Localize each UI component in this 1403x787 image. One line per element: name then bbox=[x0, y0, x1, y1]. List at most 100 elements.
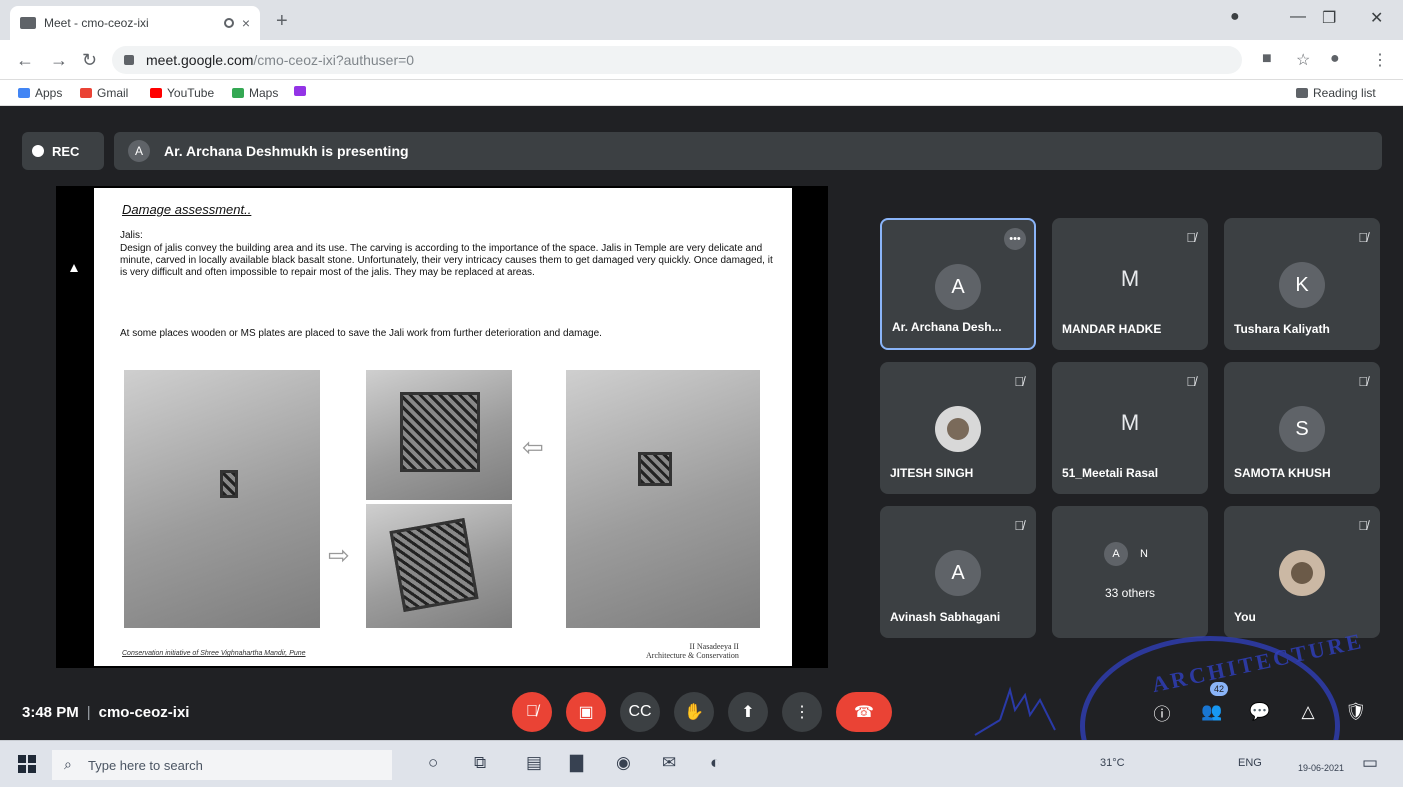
screen: Meet - cmo-ceoz-ixi × + ● — ❐ ✕ ← → ↻ me… bbox=[0, 0, 1403, 787]
participant-name: Tushara Kaliyath bbox=[1234, 322, 1330, 336]
store-icon[interactable]: ▤ bbox=[526, 753, 542, 773]
profile-avatar-icon[interactable]: ● bbox=[1330, 50, 1340, 68]
slide: Damage assessment.. Jalis: Design of jal… bbox=[94, 188, 792, 666]
forward-icon[interactable]: → bbox=[50, 50, 68, 71]
photo-wall-ms-plate bbox=[566, 370, 760, 628]
photo-wall-plate bbox=[124, 370, 320, 628]
jali-grille bbox=[638, 452, 672, 486]
raise-hand-button[interactable]: ✋ bbox=[674, 692, 714, 732]
more-options-button[interactable]: ⋮ bbox=[782, 692, 822, 732]
presentation-stage[interactable]: Damage assessment.. Jalis: Design of jal… bbox=[56, 186, 828, 668]
bookmark-star-icon[interactable]: ☆ bbox=[1296, 50, 1310, 70]
address-toolbar: ← → ↻ meet.google.com /cmo-ceoz-ixi?auth… bbox=[0, 40, 1403, 80]
participant-name: SAMOTA KHUSH bbox=[1234, 466, 1331, 480]
meeting-code[interactable]: cmo-ceoz-ixi bbox=[99, 704, 190, 721]
participant-name: You bbox=[1234, 610, 1256, 624]
mic-off-icon: 🎙̸ bbox=[1358, 518, 1368, 533]
presenting-bar: A Ar. Archana Deshmukh is presenting bbox=[114, 132, 1382, 170]
bookmark-youtube[interactable]: YouTube bbox=[150, 86, 214, 100]
captions-button[interactable]: CC bbox=[620, 692, 660, 732]
bookmark-gmail[interactable]: Gmail bbox=[80, 86, 128, 100]
edge-icon[interactable]: ◐ bbox=[710, 753, 720, 773]
task-view-icon[interactable]: ⧉ bbox=[474, 753, 486, 773]
maximize-button[interactable]: ❐ bbox=[1322, 8, 1336, 28]
url-host: meet.google.com bbox=[146, 52, 254, 68]
close-window-button[interactable]: ✕ bbox=[1370, 8, 1383, 28]
others-tile[interactable]: A N 33 others bbox=[1052, 506, 1208, 638]
back-icon[interactable]: ← bbox=[16, 50, 34, 71]
menu-kebab-icon[interactable]: ⋮ bbox=[1372, 50, 1388, 70]
new-tab-button[interactable]: + bbox=[276, 10, 288, 33]
address-bar[interactable]: meet.google.com /cmo-ceoz-ixi?authuser=0 bbox=[112, 46, 1242, 74]
participant-tile[interactable]: 🎙̸ JITESH SINGH bbox=[880, 362, 1036, 494]
participant-name: MANDAR HADKE bbox=[1062, 322, 1162, 336]
avatar-letter: M bbox=[1120, 266, 1140, 291]
present-icon: ⬆ bbox=[741, 704, 755, 721]
meet-favicon-icon bbox=[20, 17, 36, 29]
avatar: A bbox=[1104, 542, 1128, 566]
minimize-button[interactable]: — bbox=[1290, 8, 1306, 26]
signature bbox=[974, 686, 1056, 736]
footer-right-line2: Architecture & Conservation bbox=[646, 651, 739, 660]
start-button[interactable] bbox=[18, 755, 36, 773]
mic-off-icon: 🎙̸ bbox=[1014, 518, 1024, 533]
others-count: 33 others bbox=[1104, 586, 1156, 600]
arrow-left-icon: ⇦ bbox=[522, 432, 544, 462]
apps-grid-icon bbox=[18, 88, 30, 98]
participant-tile[interactable]: 🎙̸ S SAMOTA KHUSH bbox=[1224, 362, 1380, 494]
bookmark-maps[interactable]: Maps bbox=[232, 86, 278, 100]
avatar: A bbox=[935, 550, 981, 596]
chrome-icon[interactable]: ◉ bbox=[616, 753, 631, 773]
avatar: S bbox=[1279, 406, 1325, 452]
participant-tile[interactable]: 🎙̸ K Tushara Kaliyath bbox=[1224, 218, 1380, 350]
mic-off-icon: 🎙̸ bbox=[1014, 374, 1024, 389]
clock: 3:48 PM bbox=[22, 704, 79, 721]
participant-tile[interactable]: ••• A Ar. Archana Desh... bbox=[880, 218, 1036, 350]
taskbar-date[interactable]: 19-06-2021 bbox=[1298, 763, 1344, 773]
reading-list-button[interactable]: Reading list bbox=[1296, 86, 1376, 100]
camera-permission-icon[interactable]: ■ bbox=[1262, 50, 1272, 68]
hang-up-button[interactable]: ☎ bbox=[836, 692, 892, 732]
windows-taskbar: ⌕ Type here to search ○ ⧉ ▤ ▇ ◉ ✉ ◐ 31°C… bbox=[0, 740, 1403, 787]
bookmark-apps[interactable]: Apps bbox=[18, 86, 62, 100]
recording-indicator-icon bbox=[223, 18, 234, 28]
mail-icon[interactable]: ✉ bbox=[662, 753, 676, 773]
meeting-info: 3:48 PM | cmo-ceoz-ixi bbox=[22, 704, 189, 721]
slide-title: Damage assessment.. bbox=[122, 202, 252, 217]
browser-tab[interactable]: Meet - cmo-ceoz-ixi × bbox=[10, 6, 260, 40]
youtube-icon bbox=[150, 88, 162, 98]
cortana-icon[interactable]: ○ bbox=[428, 753, 438, 773]
notifications-icon[interactable]: ▭ bbox=[1362, 753, 1378, 773]
host-controls-button[interactable]: 🛡 bbox=[1340, 696, 1372, 728]
participant-tile[interactable]: 🎙̸ M MANDAR HADKE bbox=[1052, 218, 1208, 350]
hang-up-icon: ☎ bbox=[854, 704, 874, 721]
avatar: K bbox=[1279, 262, 1325, 308]
mic-toggle-button[interactable]: 🎙̸ bbox=[512, 692, 552, 732]
more-options-icon[interactable]: ••• bbox=[1004, 228, 1026, 250]
bookmark-icon bbox=[294, 86, 306, 96]
slide-subtitle: Jalis: bbox=[120, 230, 143, 241]
present-button[interactable]: ⬆ bbox=[728, 692, 768, 732]
jali-grille bbox=[400, 392, 480, 472]
camera-toggle-button[interactable]: ▣ bbox=[566, 692, 606, 732]
mic-off-icon: 🎙̸ bbox=[1186, 230, 1196, 245]
bookmark-extra[interactable] bbox=[294, 86, 311, 96]
reload-icon[interactable]: ↻ bbox=[82, 50, 97, 71]
camera-off-icon: ▣ bbox=[578, 704, 594, 721]
search-icon: ⌕ bbox=[64, 756, 72, 772]
presenting-text: Ar. Archana Deshmukh is presenting bbox=[164, 143, 409, 159]
participant-tile[interactable]: 🎙̸ A Avinash Sabhagani bbox=[880, 506, 1036, 638]
avatar-letter: M bbox=[1120, 410, 1140, 435]
gmail-icon bbox=[80, 88, 92, 98]
language-indicator[interactable]: ENG bbox=[1238, 757, 1262, 769]
mic-off-icon: 🎙̸ bbox=[1186, 374, 1196, 389]
weather-temp[interactable]: 31°C bbox=[1100, 757, 1125, 769]
participant-tile[interactable]: 🎙̸ M 51_Meetali Rasal bbox=[1052, 362, 1208, 494]
taskbar-search[interactable]: ⌕ Type here to search bbox=[52, 750, 392, 780]
self-tile[interactable]: 🎙̸ You bbox=[1224, 506, 1380, 638]
tab-close-icon[interactable]: × bbox=[242, 15, 250, 31]
file-explorer-icon[interactable]: ▇ bbox=[570, 753, 583, 773]
profile-icon[interactable]: ● bbox=[1230, 8, 1240, 26]
tab-title: Meet - cmo-ceoz-ixi bbox=[44, 16, 149, 30]
separator: | bbox=[86, 704, 91, 721]
